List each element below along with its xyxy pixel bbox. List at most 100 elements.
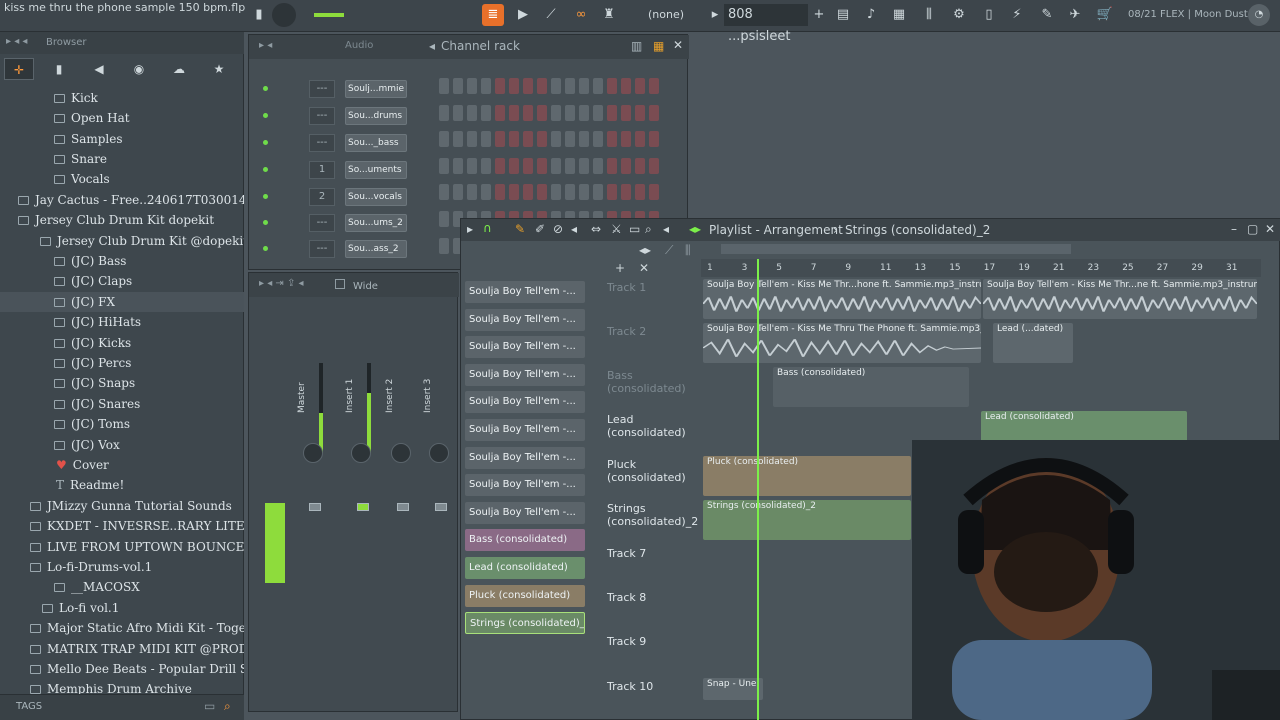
track-header[interactable]: Track 2 (605, 323, 705, 367)
step-button[interactable] (579, 184, 589, 201)
arrow-icon[interactable]: ▸ ◂ ⇥ ⇪ ◂ (259, 278, 304, 289)
play-arrow-icon[interactable]: ▸ (467, 222, 473, 236)
arrow-icon[interactable]: ◂▸ (639, 243, 651, 257)
track-header[interactable]: Strings (consolidated)_2 (605, 500, 705, 544)
all-icon[interactable]: ✛ (4, 58, 34, 80)
link-icon[interactable]: ∞ (570, 4, 592, 26)
grid-icon[interactable]: ▦ (653, 39, 664, 53)
step-button[interactable] (579, 131, 589, 148)
cart-icon[interactable]: 🛒 (1094, 4, 1116, 26)
tree-folder[interactable]: (JC) HiHats (0, 312, 244, 332)
track-header[interactable]: Pluck (consolidated) (605, 456, 705, 500)
step-button[interactable] (593, 131, 603, 148)
channel-led[interactable] (263, 220, 268, 225)
channel-name-button[interactable]: So...uments (345, 161, 407, 179)
tree-file[interactable]: ♥ Cover (0, 455, 244, 475)
maximize-icon[interactable]: ▢ (1247, 222, 1258, 236)
channel-mixer-track[interactable]: --- (309, 107, 335, 125)
step-button[interactable] (509, 78, 519, 94)
volume-fader[interactable] (397, 503, 409, 511)
step-button[interactable] (439, 211, 449, 227)
step-button[interactable] (579, 104, 589, 121)
tree-folder[interactable]: Open Hat (0, 108, 244, 128)
browser-arrows-icon[interactable]: ▸ ◂ ◂ (6, 36, 27, 47)
play-icon[interactable]: ▶ (512, 4, 534, 26)
pattern-arrow-icon[interactable]: ◂▸ (689, 222, 701, 236)
tree-folder[interactable]: MATRIX TRAP MIDI KIT @PRODBYLJS (0, 639, 244, 659)
channel-mixer-track[interactable]: --- (309, 134, 335, 152)
step-button[interactable] (635, 78, 645, 94)
step-button[interactable] (551, 131, 561, 148)
channel-led[interactable] (263, 140, 268, 145)
step-button[interactable] (607, 184, 617, 201)
step-button[interactable] (537, 157, 547, 174)
step-button[interactable] (467, 104, 477, 121)
step-button[interactable] (439, 104, 449, 121)
tag-filter-icon[interactable]: ▭ (204, 699, 215, 713)
channel-mixer-track[interactable]: 2 (309, 188, 335, 206)
mixer-strip-insert-3[interactable]: Insert 3 (419, 303, 457, 703)
bars-icon[interactable]: ⫼ (685, 243, 691, 258)
step-button[interactable] (565, 78, 575, 94)
step-button[interactable] (593, 184, 603, 201)
close-icon[interactable]: ✕ (673, 38, 683, 52)
step-button[interactable] (565, 104, 575, 121)
channel-led[interactable] (263, 167, 268, 172)
tree-folder[interactable]: Major Static Afro Midi Kit - Together (0, 618, 244, 638)
step-button[interactable] (537, 131, 547, 148)
tree-folder[interactable]: (JC) Claps (0, 271, 244, 291)
pan-knob[interactable] (429, 443, 449, 463)
step-button[interactable] (481, 184, 491, 201)
audio-clip[interactable]: Soulja Boy Tell'em - Kiss Me Thr...hone … (703, 279, 981, 319)
tags-bar[interactable]: TAGS ▭ ⌕ (0, 694, 244, 720)
tree-folder[interactable]: Mello Dee Beats - Popular Drill Sounds (0, 659, 244, 679)
close-icon[interactable]: ✕ (1265, 222, 1275, 236)
draw-tool-icon[interactable]: ✎ (515, 222, 525, 236)
pattern-song-toggle[interactable]: ≣ (482, 4, 504, 26)
tree-folder[interactable]: KXDET - INVESRSE..RARY LITE VERSION (0, 516, 244, 536)
step-button[interactable] (495, 78, 505, 94)
volume-fader[interactable] (309, 503, 321, 511)
mixer-layout-label[interactable]: Wide (353, 281, 378, 292)
horizontal-scrollbar[interactable] (721, 244, 1071, 254)
step-button[interactable] (467, 157, 477, 174)
audio-clip[interactable]: Soulja Boy Tell'em - Kiss Me Thr...ne ft… (983, 279, 1257, 319)
pattern-clip[interactable]: Strings (consolidated)_2 (703, 500, 911, 540)
pattern-selector[interactable]: 808 ...psisleet (724, 4, 808, 44)
step-button[interactable] (551, 157, 561, 174)
audio-clip[interactable]: Soulja Boy Tell'em - Kiss Me Thru The Ph… (703, 323, 981, 363)
step-button[interactable] (467, 78, 477, 94)
star-icon[interactable]: ★ (204, 58, 234, 80)
step-button[interactable] (453, 78, 463, 94)
step-button[interactable] (481, 131, 491, 148)
mixer-strip-insert-1[interactable]: Insert 1 (341, 303, 379, 703)
track-header[interactable]: Track 9 (605, 633, 705, 677)
pattern-list-item[interactable]: Soulja Boy Tell'em -... (465, 501, 585, 524)
step-button[interactable] (439, 184, 449, 201)
step-button[interactable] (635, 131, 645, 148)
tree-folder[interactable]: Kick (0, 88, 244, 108)
step-button[interactable] (621, 104, 631, 121)
pattern-list-item[interactable]: Soulja Boy Tell'em -... (465, 419, 585, 441)
collapse-icon[interactable]: ◂ (429, 39, 435, 53)
step-button[interactable] (649, 131, 659, 148)
step-button[interactable] (495, 157, 505, 174)
channel-name-button[interactable]: Sou..._bass (345, 134, 407, 152)
pan-knob[interactable] (351, 443, 371, 463)
step-button[interactable] (593, 78, 603, 94)
channel-mixer-track[interactable]: --- (309, 80, 335, 98)
channel-name-button[interactable]: Sou...drums (345, 107, 407, 125)
tree-folder-selected[interactable]: (JC) FX (0, 292, 244, 312)
close-track-icon[interactable]: ✕ (639, 261, 659, 275)
tree-folder-open[interactable]: Lo-fi-Drums-vol.1 (0, 557, 244, 577)
tree-folder[interactable]: __MACOSX (0, 577, 244, 597)
tree-folder[interactable]: (JC) Vox (0, 435, 244, 455)
step-button[interactable] (635, 157, 645, 174)
fx-icon[interactable]: ✈ (1064, 4, 1086, 26)
search-icon[interactable]: ⌕ (224, 699, 231, 714)
step-button[interactable] (565, 157, 575, 174)
step-button[interactable] (523, 131, 533, 148)
volume-fader[interactable] (435, 503, 447, 511)
master-pitch-slider[interactable] (314, 4, 344, 26)
step-button[interactable] (607, 78, 617, 94)
